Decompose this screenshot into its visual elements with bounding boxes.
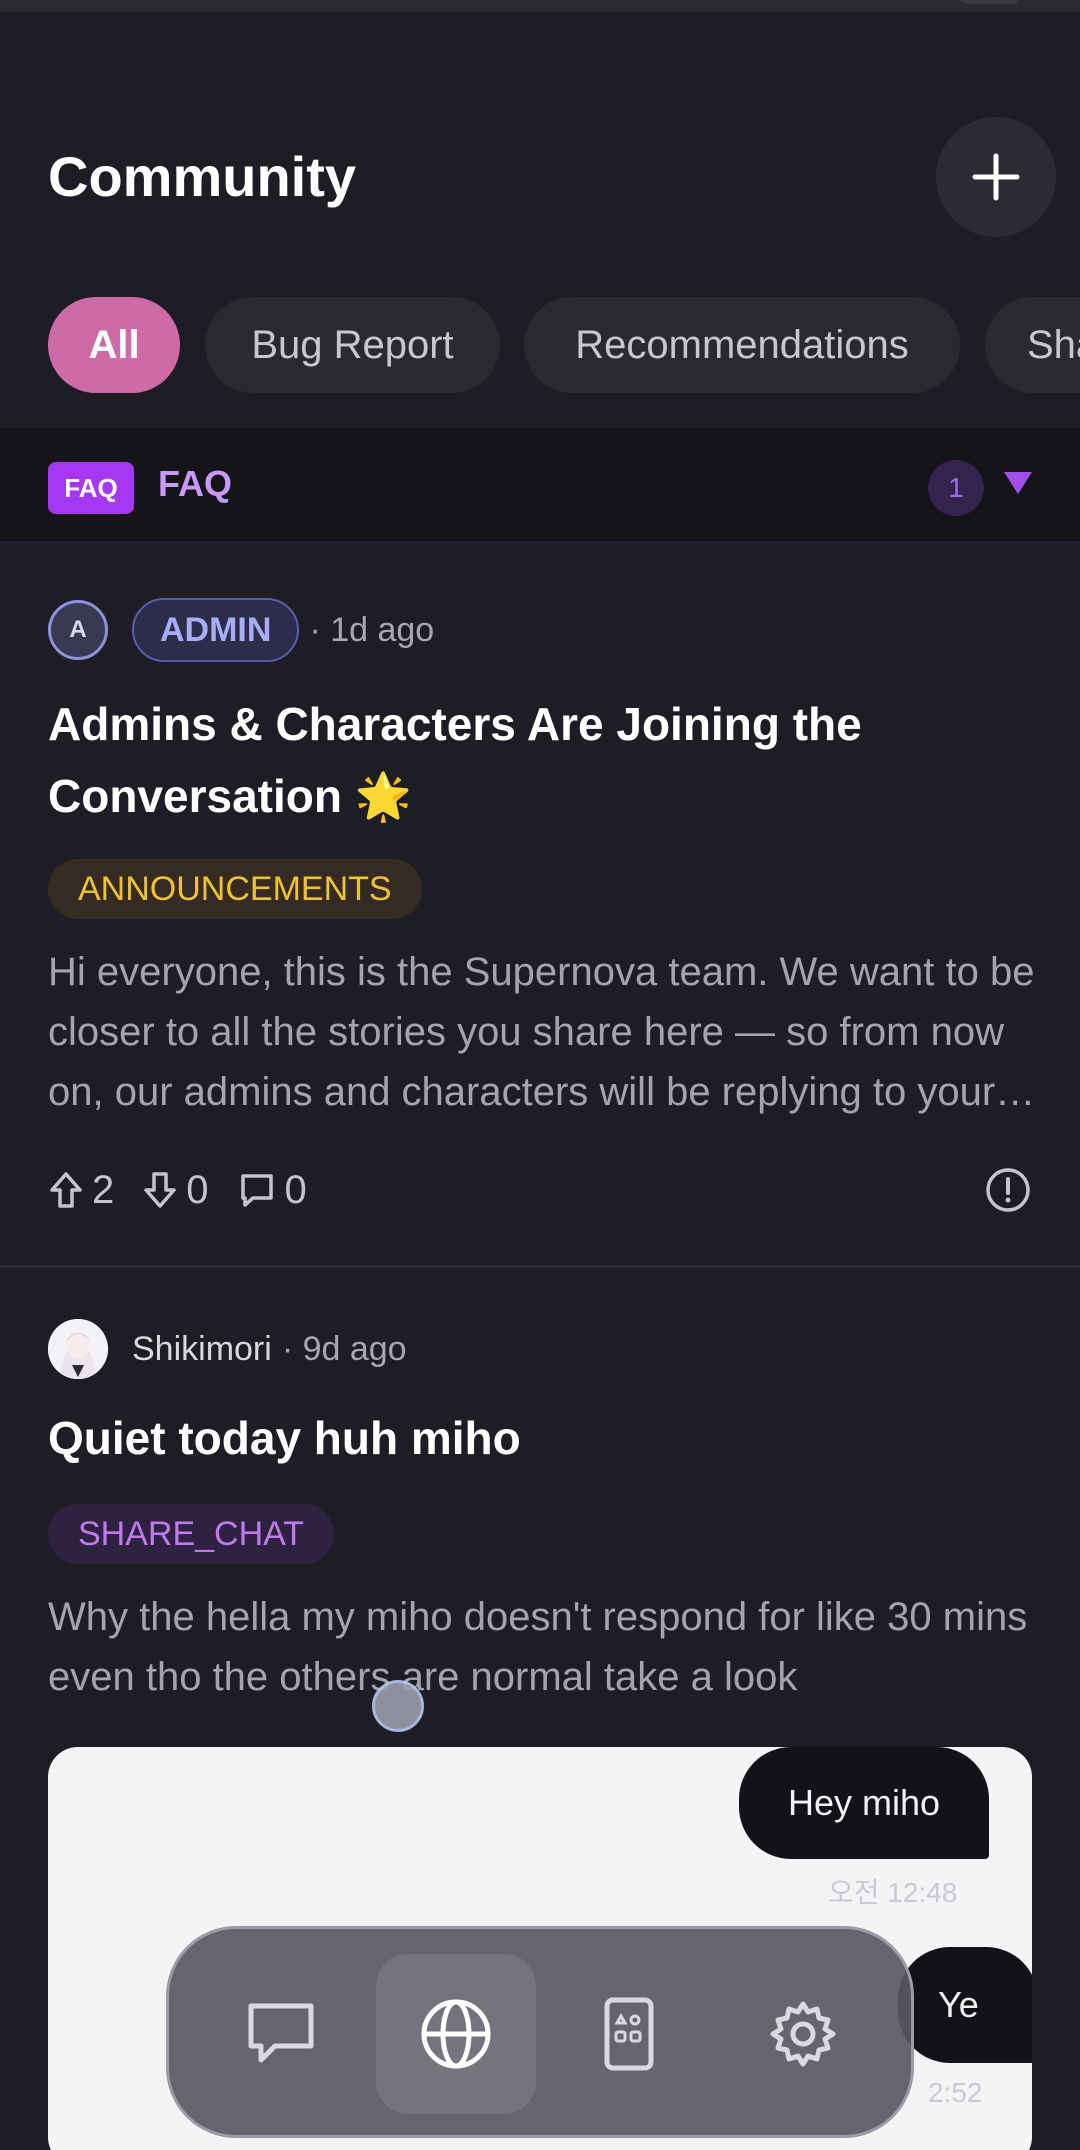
chat-timestamp: 2:52 [928,2077,983,2108]
avatar[interactable]: A [48,600,108,660]
status-indicator [960,0,1020,4]
post-actions: 2 0 0 [48,1160,335,1220]
post-title[interactable]: Quiet today huh miho [48,1402,1038,1474]
author-name[interactable]: Shikimori [132,1330,272,1369]
plus-icon [972,153,1020,201]
admin-badge: ADMIN [132,598,300,662]
add-post-button[interactable] [936,117,1056,237]
post-tag[interactable]: SHARE_CHAT [48,1504,335,1564]
avatar-image [48,1319,108,1379]
post-tag[interactable]: ANNOUNCEMENTS [48,859,422,919]
nav-explore[interactable] [549,1954,709,2114]
gear-icon [770,2001,836,2067]
post-excerpt: Why the hella my miho doesn't respond fo… [48,1595,1028,1699]
comment-icon [240,1174,273,1207]
downvote-icon [144,1172,176,1208]
page-title: Community [48,145,356,208]
faq-count-badge: 1 [928,460,984,516]
status-bar [0,0,1080,12]
downvote-count: 0 [186,1167,209,1212]
filter-chip-all[interactable]: All [48,297,180,393]
nav-community[interactable] [376,1954,536,2114]
chat-bubble: Hey miho [739,1747,989,1859]
upvote-icon [50,1172,82,1208]
header: Community [0,100,1080,250]
upvote-button[interactable]: 2 [48,1168,114,1213]
filter-chip-share[interactable]: Sha [985,297,1080,393]
faq-label: FAQ [158,463,233,504]
chat-bubble: Ye [898,1947,1032,2063]
post-title[interactable]: Admins & Characters Are Joining the Conv… [48,688,1038,832]
post-excerpt: Hi everyone, this is the Supernova team.… [48,950,1035,1114]
filter-chip-recommendations[interactable]: Recommendations [524,297,960,393]
faq-badge: FAQ [48,462,134,514]
globe-icon [421,1999,491,2069]
chat-timestamp: 오전 12:48 [828,1877,958,1908]
touch-indicator [372,1680,424,1732]
category-filter-bar: All Bug Report Recommendations Sha [0,297,1080,393]
post-meta: Shikimori · 9d ago [48,1317,407,1381]
caret-down-icon[interactable] [1004,472,1032,494]
post-meta: A ADMIN · 1d ago [48,598,434,662]
comment-count: 0 [284,1167,307,1212]
chat-bubble-icon [248,2003,314,2063]
filter-chip-bug-report[interactable]: Bug Report [205,297,500,393]
post-time: · 9d ago [281,1329,407,1368]
upvote-count: 2 [92,1167,115,1212]
post-time: · 1d ago [309,610,435,649]
comments-button[interactable]: 0 [237,1168,307,1213]
downvote-button[interactable]: 0 [142,1167,209,1213]
report-icon[interactable] [984,1166,1032,1214]
tablet-grid-icon [604,1997,654,2071]
post-card[interactable]: A ADMIN · 1d ago Admins & Characters Are… [0,548,1080,1268]
nav-settings[interactable] [723,1954,883,2114]
bottom-navigation [166,1926,914,2138]
avatar[interactable] [48,1319,108,1379]
nav-chats[interactable] [201,1954,361,2114]
faq-section-header[interactable]: FAQ FAQ 1 [0,428,1080,544]
